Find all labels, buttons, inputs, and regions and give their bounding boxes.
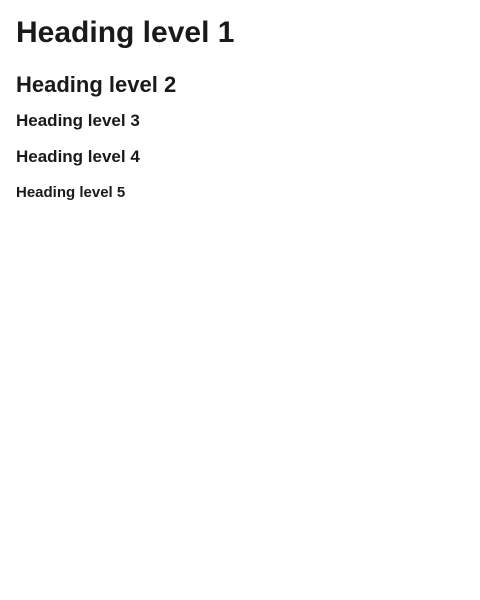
heading-level-4: Heading level 4 [16,147,140,166]
heading-level-1: Heading level 1 [16,16,235,49]
heading-level-3: Heading level 3 [16,111,140,130]
heading-level-2: Heading level 2 [16,72,177,97]
heading-level-5: Heading level 5 [16,184,126,201]
